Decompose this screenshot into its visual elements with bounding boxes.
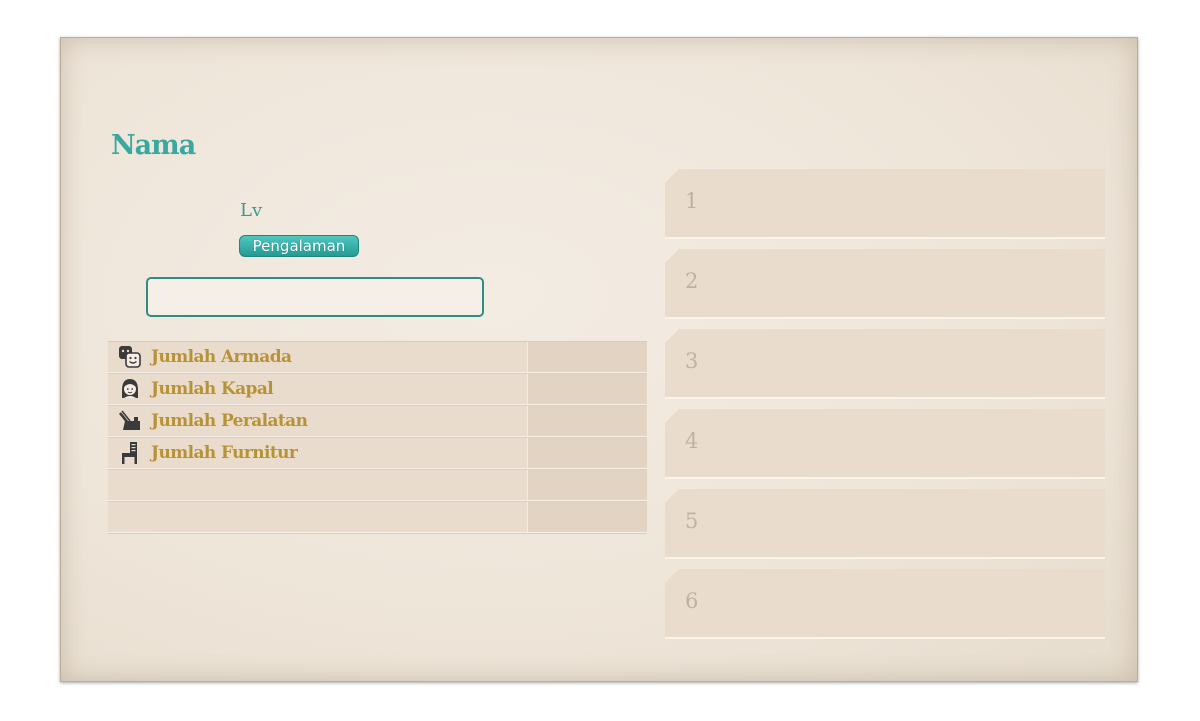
level-label: Lv (240, 200, 263, 221)
equipment-icon (118, 409, 142, 433)
slot-4[interactable]: 4 (665, 409, 1105, 479)
slot-number: 1 (685, 189, 699, 213)
slot-number: 4 (685, 429, 699, 453)
stat-value (527, 342, 647, 372)
experience-badge: Pengalaman (239, 235, 359, 257)
fleet-face-icon (118, 345, 142, 369)
slot-number: 5 (685, 509, 699, 533)
chair-icon (118, 441, 142, 465)
slot-1[interactable]: 1 (665, 169, 1105, 239)
slot-number: 3 (685, 349, 699, 373)
shipgirl-icon (118, 377, 142, 401)
stat-label: Jumlah Peralatan (151, 411, 308, 431)
profile-name-label: Nama (111, 130, 196, 161)
slot-number: 6 (685, 589, 699, 613)
stat-value (527, 502, 647, 532)
stat-label: Jumlah Armada (151, 347, 292, 367)
stat-value (527, 374, 647, 404)
stats-table: Jumlah Armada Jumlah Kapal Jumlah Perala… (108, 341, 647, 534)
name-input[interactable] (146, 277, 484, 317)
stats-row-ships: Jumlah Kapal (108, 374, 647, 405)
stats-row-empty (108, 470, 647, 501)
stats-row-furniture: Jumlah Furnitur (108, 438, 647, 469)
slot-5[interactable]: 5 (665, 489, 1105, 559)
slot-number: 2 (685, 269, 699, 293)
slot-6[interactable]: 6 (665, 569, 1105, 639)
stat-value (527, 406, 647, 436)
stat-value (527, 470, 647, 500)
stat-value (527, 438, 647, 468)
stat-label: Jumlah Furnitur (151, 443, 298, 463)
profile-panel: Nama Lv Pengalaman Jumlah Armada Jumlah … (60, 37, 1138, 682)
stats-row-fleet: Jumlah Armada (108, 342, 647, 373)
slot-3[interactable]: 3 (665, 329, 1105, 399)
slot-2[interactable]: 2 (665, 249, 1105, 319)
stats-row-empty (108, 502, 647, 533)
stats-row-equipment: Jumlah Peralatan (108, 406, 647, 437)
stat-label: Jumlah Kapal (151, 379, 274, 399)
